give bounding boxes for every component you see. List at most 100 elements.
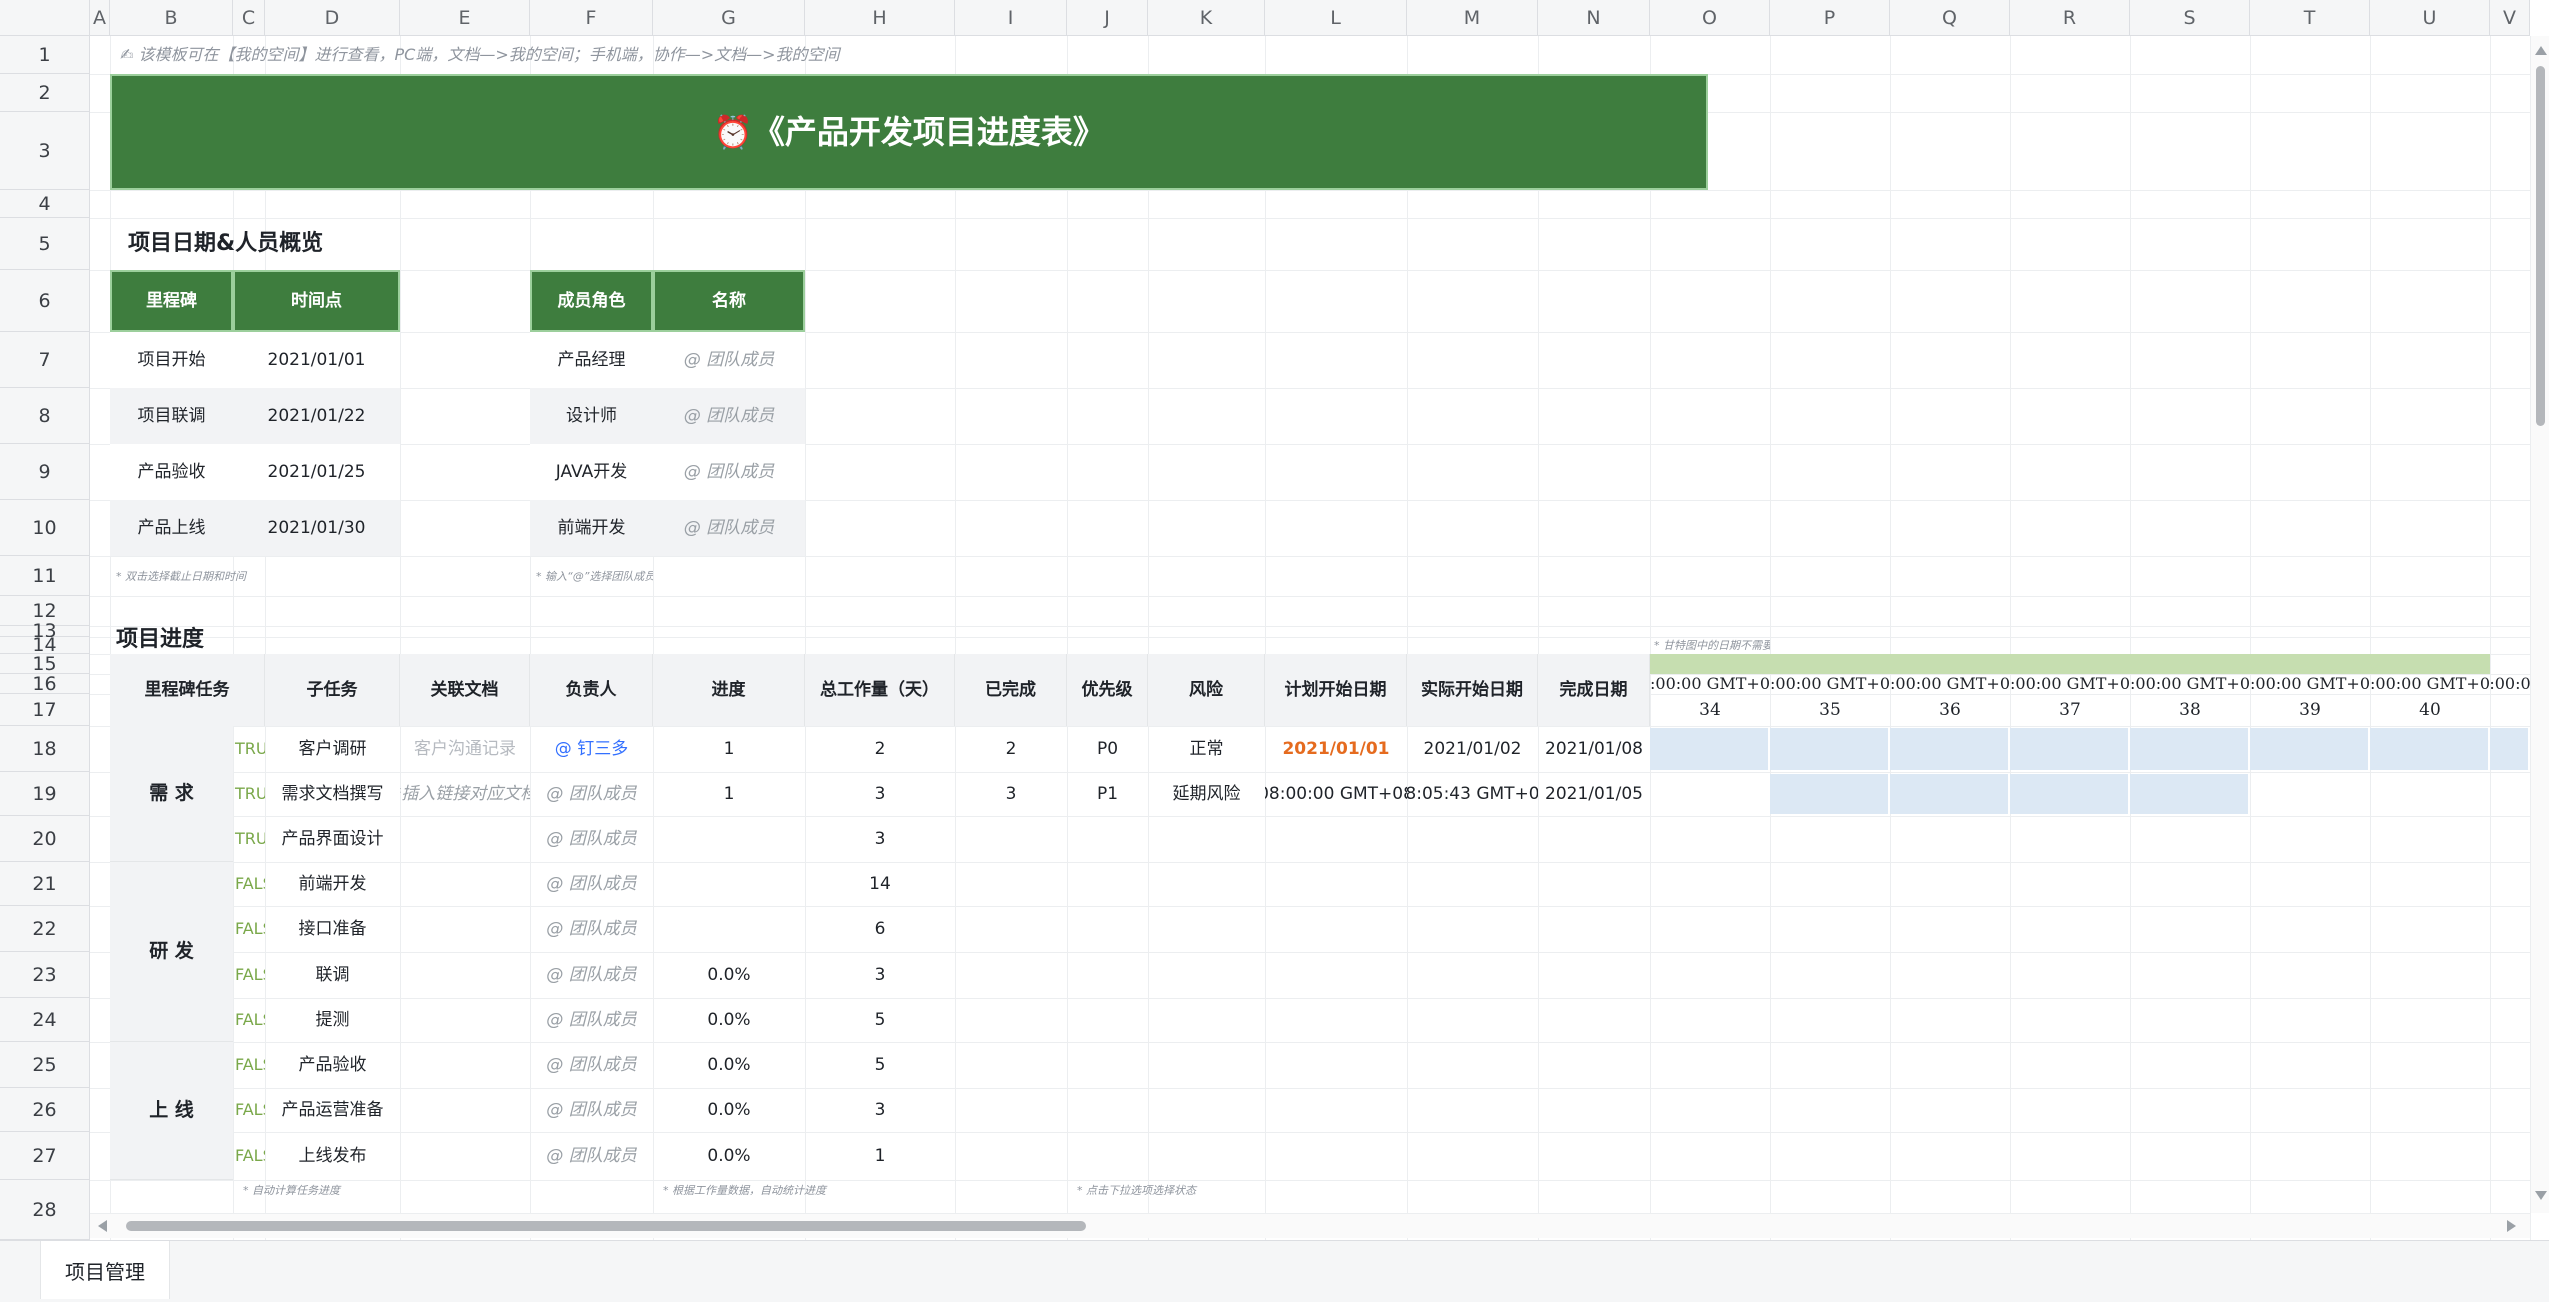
scroll-up-arrow-icon[interactable] <box>2535 46 2547 55</box>
task-priority[interactable] <box>1067 816 1148 862</box>
task-done[interactable] <box>955 998 1067 1042</box>
task-risk[interactable] <box>1148 1132 1265 1180</box>
horizontal-scrollbar[interactable] <box>90 1213 2530 1238</box>
task-subtask[interactable]: 客户调研 <box>265 726 400 772</box>
task-done[interactable] <box>955 862 1067 906</box>
member-name[interactable]: @ 团队成员 <box>653 444 805 500</box>
task-actual-start[interactable] <box>1407 1132 1538 1180</box>
row-header-25[interactable]: 25 <box>0 1042 90 1088</box>
task-owner[interactable]: @ 团队成员 <box>530 1088 653 1132</box>
task-risk[interactable] <box>1148 998 1265 1042</box>
task-total-work[interactable]: 3 <box>805 816 955 862</box>
task-priority[interactable] <box>1067 998 1148 1042</box>
task-progress[interactable] <box>653 862 805 906</box>
task-total-work[interactable]: 3 <box>805 772 955 816</box>
member-role[interactable]: 设计师 <box>530 388 653 444</box>
row-header-18[interactable]: 18 <box>0 726 90 772</box>
column-header-B[interactable]: B <box>110 0 233 36</box>
task-done[interactable]: 3 <box>955 772 1067 816</box>
task-progress[interactable]: 1 <box>653 772 805 816</box>
task-done[interactable] <box>955 1042 1067 1088</box>
task-related-doc[interactable] <box>400 1132 530 1180</box>
column-header-D[interactable]: D <box>265 0 400 36</box>
task-priority[interactable] <box>1067 952 1148 998</box>
task-plan-start[interactable] <box>1265 862 1407 906</box>
column-header-Q[interactable]: Q <box>1890 0 2010 36</box>
task-risk[interactable] <box>1148 952 1265 998</box>
row-header-10[interactable]: 10 <box>0 500 90 556</box>
task-checkbox-value[interactable]: TRUE <box>233 816 265 862</box>
task-done[interactable] <box>955 816 1067 862</box>
column-header-P[interactable]: P <box>1770 0 1890 36</box>
header-owner[interactable]: 负责人 <box>530 654 653 726</box>
task-plan-start[interactable]: 08:00:00 GMT+08 <box>1265 772 1407 816</box>
task-total-work[interactable]: 3 <box>805 1088 955 1132</box>
milestone-date[interactable]: 2021/01/25 <box>233 444 400 500</box>
task-related-doc[interactable]: 客户沟通记录 <box>400 726 530 772</box>
task-finish[interactable] <box>1538 998 1650 1042</box>
task-actual-start[interactable] <box>1407 998 1538 1042</box>
task-owner[interactable]: @ 团队成员 <box>530 952 653 998</box>
column-header-E[interactable]: E <box>400 0 530 36</box>
task-owner[interactable]: @ 团队成员 <box>530 1132 653 1180</box>
task-plan-start[interactable] <box>1265 1088 1407 1132</box>
row-header-4[interactable]: 4 <box>0 190 90 218</box>
task-checkbox-value[interactable]: TRUE <box>233 772 265 816</box>
row-header-9[interactable]: 9 <box>0 444 90 500</box>
task-subtask[interactable]: 联调 <box>265 952 400 998</box>
row-header-6[interactable]: 6 <box>0 270 90 332</box>
task-risk[interactable]: 延期风险 <box>1148 772 1265 816</box>
task-checkbox-value[interactable]: FALSE <box>233 906 265 952</box>
column-header-R[interactable]: R <box>2010 0 2130 36</box>
task-related-doc[interactable]: *插入链接对应文档 <box>400 772 530 816</box>
task-plan-start[interactable] <box>1265 816 1407 862</box>
row-header-23[interactable]: 23 <box>0 952 90 998</box>
task-total-work[interactable]: 5 <box>805 998 955 1042</box>
row-header-20[interactable]: 20 <box>0 816 90 862</box>
scroll-left-arrow-icon[interactable] <box>98 1220 107 1232</box>
row-header-26[interactable]: 26 <box>0 1088 90 1132</box>
milestone-name[interactable]: 项目联调 <box>110 388 233 444</box>
task-risk[interactable] <box>1148 862 1265 906</box>
task-done[interactable]: 2 <box>955 726 1067 772</box>
column-header-K[interactable]: K <box>1148 0 1265 36</box>
task-priority[interactable] <box>1067 862 1148 906</box>
task-owner[interactable]: @ 钉三多 <box>530 726 653 772</box>
header-related-doc[interactable]: 关联文档 <box>400 654 530 726</box>
task-finish[interactable] <box>1538 1132 1650 1180</box>
task-subtask[interactable]: 上线发布 <box>265 1132 400 1180</box>
task-owner[interactable]: @ 团队成员 <box>530 998 653 1042</box>
task-progress[interactable]: 0.0% <box>653 952 805 998</box>
sheet-tab-project-management[interactable]: 项目管理 <box>40 1241 170 1299</box>
task-related-doc[interactable] <box>400 862 530 906</box>
task-plan-start[interactable]: 2021/01/01 <box>1265 726 1407 772</box>
row-header-19[interactable]: 19 <box>0 772 90 816</box>
task-owner[interactable]: @ 团队成员 <box>530 906 653 952</box>
row-header-5[interactable]: 5 <box>0 218 90 270</box>
column-header-L[interactable]: L <box>1265 0 1407 36</box>
task-checkbox-value[interactable]: FALSE <box>233 1088 265 1132</box>
scroll-right-arrow-icon[interactable] <box>2507 1220 2516 1232</box>
task-plan-start[interactable] <box>1265 906 1407 952</box>
task-progress[interactable]: 0.0% <box>653 1132 805 1180</box>
column-header-T[interactable]: T <box>2250 0 2370 36</box>
task-done[interactable] <box>955 1132 1067 1180</box>
row-header-3[interactable]: 3 <box>0 112 90 190</box>
task-actual-start[interactable]: 08:05:43 GMT+08 <box>1407 772 1538 816</box>
milestone-name[interactable]: 产品上线 <box>110 500 233 556</box>
task-total-work[interactable]: 3 <box>805 952 955 998</box>
task-total-work[interactable]: 5 <box>805 1042 955 1088</box>
task-priority[interactable]: P0 <box>1067 726 1148 772</box>
column-header-U[interactable]: U <box>2370 0 2490 36</box>
task-related-doc[interactable] <box>400 816 530 862</box>
task-finish[interactable] <box>1538 1088 1650 1132</box>
column-header-N[interactable]: N <box>1538 0 1650 36</box>
task-done[interactable] <box>955 952 1067 998</box>
header-plan-start[interactable]: 计划开始日期 <box>1265 654 1407 726</box>
task-related-doc[interactable] <box>400 1042 530 1088</box>
task-subtask[interactable]: 接口准备 <box>265 906 400 952</box>
member-role[interactable]: JAVA开发 <box>530 444 653 500</box>
milestone-date[interactable]: 2021/01/22 <box>233 388 400 444</box>
task-subtask[interactable]: 产品界面设计 <box>265 816 400 862</box>
task-priority[interactable] <box>1067 906 1148 952</box>
